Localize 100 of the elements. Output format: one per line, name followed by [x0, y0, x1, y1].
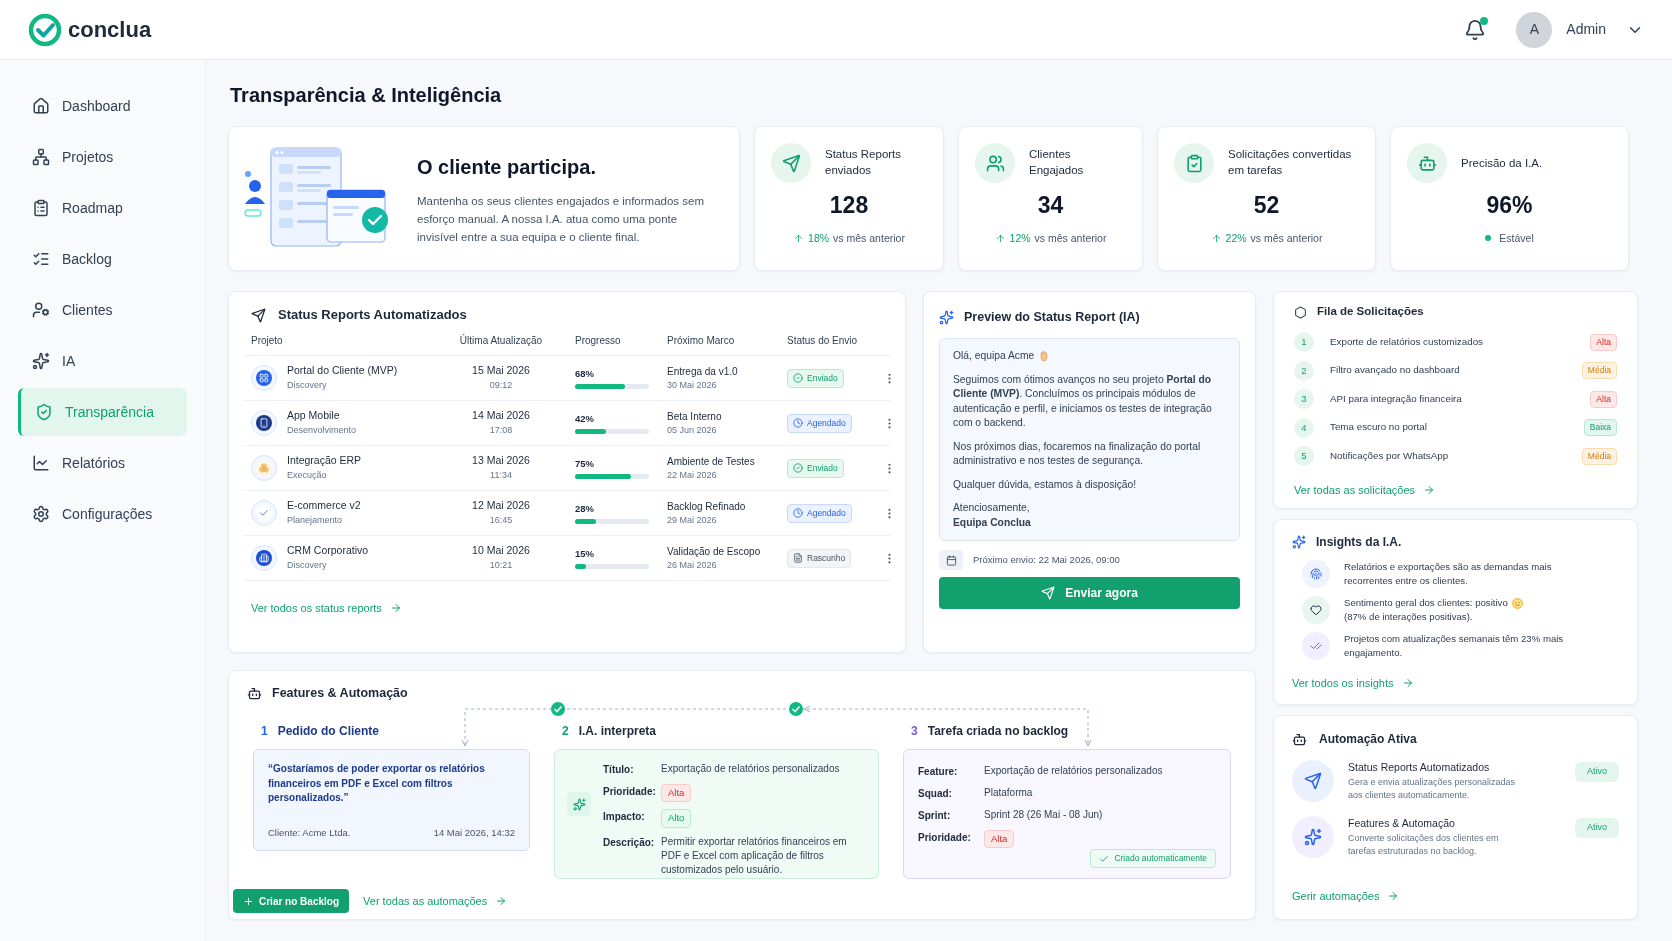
- progress-percent: 42%: [575, 411, 595, 426]
- automation-description: Converte solicitações dos clientes em tarefas estruturadas no backlog.: [1348, 831, 1500, 858]
- sidebar-item[interactable]: Configurações: [18, 490, 187, 538]
- field-label: Impacto:: [603, 810, 646, 825]
- update-time: 10:21: [489, 559, 513, 573]
- request-title[interactable]: Exporte de relatórios customizados: [1330, 334, 1483, 350]
- insight-text: Sentimento geral dos clientes: positivo: [1344, 596, 1508, 610]
- plus-icon: [243, 895, 254, 907]
- sidebar-item[interactable]: IA: [18, 337, 187, 385]
- notification-bell-icon[interactable]: [1464, 18, 1487, 41]
- sidebar-item[interactable]: Relatórios: [18, 439, 187, 487]
- column-header: Próximo Marco: [667, 334, 736, 348]
- sparkle-icon: [1292, 535, 1306, 549]
- request-title[interactable]: Tema escuro no portal: [1330, 420, 1427, 436]
- request-title[interactable]: Filtro avançado no dashboard: [1330, 363, 1460, 379]
- view-all-link[interactable]: Ver todos os insights: [1292, 675, 1414, 692]
- field-value: Exportação de relatórios personalizados: [984, 764, 1163, 778]
- priority-tag: Média: [1581, 362, 1617, 380]
- stat-label: Clientes Engajados: [1029, 147, 1085, 178]
- paper-plane-icon: [1041, 586, 1056, 600]
- users-icon: [985, 153, 1005, 173]
- paper-plane-icon: [251, 307, 266, 323]
- view-all-link[interactable]: Ver todas as solicitações: [1294, 481, 1436, 498]
- field-label: Descrição:: [603, 835, 656, 850]
- sidebar-item[interactable]: Roadmap: [18, 184, 187, 232]
- sidebar-item[interactable]: Projetos: [18, 133, 187, 181]
- phone-icon: [259, 418, 269, 428]
- field-label: Feature:: [918, 765, 959, 779]
- auto-created-tag: Criado automaticamente: [1090, 849, 1216, 868]
- avatar[interactable]: A: [1516, 11, 1553, 48]
- status-note: Estável: [1499, 230, 1534, 246]
- message-paragraph: Nos próximos dias, focaremos na finalização do portal administrativo e nos testes de segurança.: [953, 439, 1202, 468]
- sidebar-item[interactable]: Clientes: [18, 286, 187, 334]
- field-value: Plataforma: [984, 786, 1033, 800]
- step-title: Tarefa criada no backlog: [927, 723, 1069, 740]
- hero-description: Mantenha os seus clientes engajados e informados sem esforço manual. A nossa I.A. atua como uma ponte invisível entre a sua equipa e o cliente final.: [417, 193, 706, 245]
- view-all-link[interactable]: Ver todas as automações: [363, 892, 508, 910]
- manage-link[interactable]: Gerir automações: [1292, 888, 1400, 905]
- request-title[interactable]: Notificações por WhatsApp: [1330, 448, 1449, 464]
- shield-icon: [35, 403, 53, 421]
- user-name[interactable]: Admin: [1566, 19, 1606, 40]
- trend-note: vs mês anterior: [1250, 230, 1323, 246]
- step-number: 2: [562, 723, 569, 740]
- check-circle-icon: [793, 373, 803, 383]
- field-label: Squad:: [918, 787, 953, 801]
- field-value: Exportação de relatórios personalizados: [661, 762, 840, 776]
- project-name[interactable]: Portal do Cliente (MVP): [287, 363, 398, 380]
- clock-icon: [793, 508, 803, 518]
- stat-label: Solicitações convertidas em tarefas: [1228, 147, 1353, 178]
- request-title[interactable]: API para integração financeira: [1330, 391, 1462, 407]
- update-time: 11:34: [490, 469, 512, 483]
- field-label: Prioridade:: [603, 785, 657, 799]
- milestone-name: Entrega da v1.0: [667, 364, 739, 379]
- milestone-name: Ambiente de Testes: [667, 454, 756, 469]
- sparkle-icon: [1304, 828, 1322, 846]
- user-icon: [32, 301, 50, 319]
- stat-value: 128: [829, 191, 869, 220]
- milestone-name: Validação de Escopo: [667, 544, 762, 559]
- hero-title: O cliente participa.: [417, 154, 597, 180]
- priority-tag: Alta: [661, 784, 692, 803]
- message-paragraph: Qualquer dúvida, estamos à disposição!: [953, 477, 1138, 492]
- project-name[interactable]: Integração ERP: [287, 453, 362, 470]
- queue-number: 3: [1294, 389, 1314, 410]
- automation-name: Features & Automação: [1348, 816, 1456, 831]
- stat-label: Precisão da I.A.: [1461, 156, 1543, 171]
- update-time: 16:45: [489, 514, 513, 528]
- column-header: Projeto: [251, 334, 284, 348]
- progress-percent: 15%: [575, 546, 595, 561]
- project-name[interactable]: CRM Corporativo: [287, 543, 369, 560]
- update-date: 10 Mai 2026: [472, 543, 530, 559]
- signature: Equipa Conclua: [953, 515, 1032, 530]
- card-title: Features & Automação: [272, 684, 408, 702]
- step-number: 3: [911, 723, 918, 740]
- field-label: Título:: [603, 763, 635, 777]
- brand-name: conclua: [68, 16, 152, 44]
- sidebar-item[interactable]: Dashboard: [18, 82, 187, 130]
- card-title: Insights da I.A.: [1316, 534, 1402, 551]
- sidebar-item[interactable]: Backlog: [18, 235, 187, 283]
- clipboard-check-icon: [1184, 153, 1204, 173]
- sparkle-icon: [572, 797, 586, 811]
- view-all-link[interactable]: Ver todos os status reports: [251, 600, 402, 617]
- progress-percent: 75%: [575, 456, 595, 471]
- priority-tag: Alta: [1590, 333, 1617, 351]
- arrow-up-icon: [793, 232, 805, 244]
- project-name[interactable]: App Mobile: [287, 408, 357, 425]
- message-paragraph: Seguimos com ótimos avanços no seu projeto Portal do Cliente (MVP). Concluímos os principais módulos de autenticação e perfil, e iniciamos os testes de integração com o backend.: [953, 372, 1213, 430]
- next-send-info: Próximo envio: 22 Mai 2026, 09:00: [973, 552, 1120, 567]
- heart-icon: [1310, 604, 1322, 616]
- insight-text: Projetos com atualizações semanais têm 23% mais engajamento.: [1344, 632, 1565, 660]
- milestone-date: 05 Jun 2026: [667, 423, 718, 437]
- building-icon: [259, 553, 269, 563]
- milestone-name: Beta Interno: [667, 409, 723, 424]
- home-icon: [32, 97, 50, 115]
- project-phase: Discovery: [287, 559, 328, 573]
- automation-name: Status Reports Automatizados: [1348, 760, 1491, 775]
- project-name[interactable]: E-commerce v2: [287, 498, 361, 515]
- update-date: 15 Mai 2026: [472, 363, 530, 379]
- paper-plane-icon: [1304, 772, 1322, 790]
- client-name: Cliente: Acme Ltda.: [268, 825, 351, 840]
- stat-value: 96%: [1486, 191, 1533, 220]
